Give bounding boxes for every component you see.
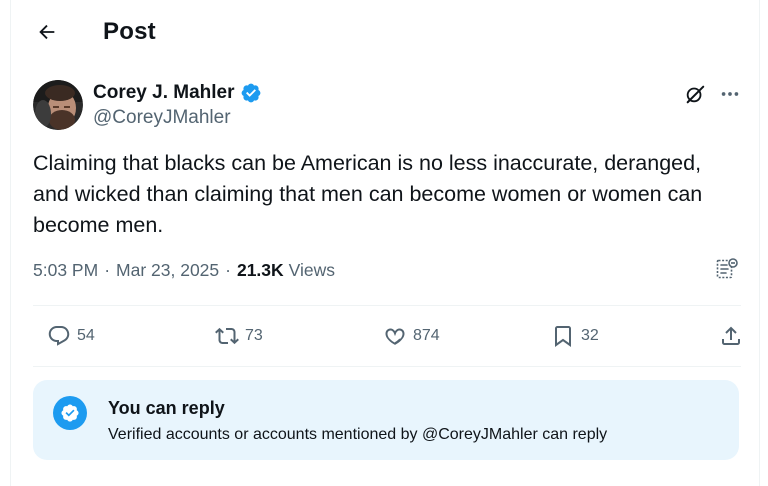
post-date[interactable]: Mar 23, 2025 [116,260,219,281]
reply-restriction-description: Verified accounts or accounts mentioned … [108,426,608,443]
post-detail-view: Post Corey J. Mahler @CoreyJMahler Claim… [10,0,760,486]
back-button[interactable] [29,14,65,50]
reply-restriction-icon-wrap [53,396,87,430]
verified-check-icon [61,404,79,422]
page-title: Post [103,18,156,45]
repost-icon [215,327,239,345]
meta-separator: · [225,260,231,280]
reply-icon [48,326,70,346]
more-horizontal-icon [721,92,739,96]
share-icon [722,326,740,345]
divider [33,305,741,306]
author-handle[interactable]: @CoreyJMahler [93,107,231,129]
author-name-text: Corey J. Mahler [93,82,235,103]
author-name[interactable]: Corey J. Mahler [93,82,262,104]
post-actions-bar: 54 73 874 32 [33,318,741,354]
repost-button[interactable]: 73 [215,318,263,354]
page-header: Post [11,0,761,66]
more-options-button[interactable] [716,80,744,108]
bookmark-count: 32 [581,327,599,344]
post-time[interactable]: 5:03 PM [33,260,98,281]
views-count: 21.3K [236,260,284,280]
divider [33,366,741,367]
post-text: Claiming that blacks can be American is … [33,151,703,237]
repost-count: 73 [245,327,263,344]
like-button[interactable]: 874 [383,318,440,354]
reply-count: 54 [77,327,95,344]
heart-icon [385,328,405,345]
bookmark-icon [555,326,571,347]
avatar[interactable] [33,80,83,130]
verified-badge-icon [241,83,260,103]
avatar-image [33,80,83,130]
like-count: 874 [413,327,440,344]
share-button[interactable] [719,318,743,354]
post-analytics-button[interactable] [713,255,741,283]
meta-separator: · [104,260,111,280]
bookmark-button[interactable]: 32 [551,318,599,354]
post-meta: 5:03 PM · Mar 23, 2025 · 21.3K Views [33,260,335,281]
analytics-icon [716,258,738,279]
views-label: Views [288,260,336,280]
arrow-left-icon [39,24,55,40]
reply-button[interactable]: 54 [47,318,95,354]
grok-button[interactable] [681,80,709,108]
reply-restriction-banner: You can reply Verified accounts or accou… [33,380,739,460]
grok-icon [686,85,705,104]
reply-restriction-title: You can reply [108,398,225,418]
